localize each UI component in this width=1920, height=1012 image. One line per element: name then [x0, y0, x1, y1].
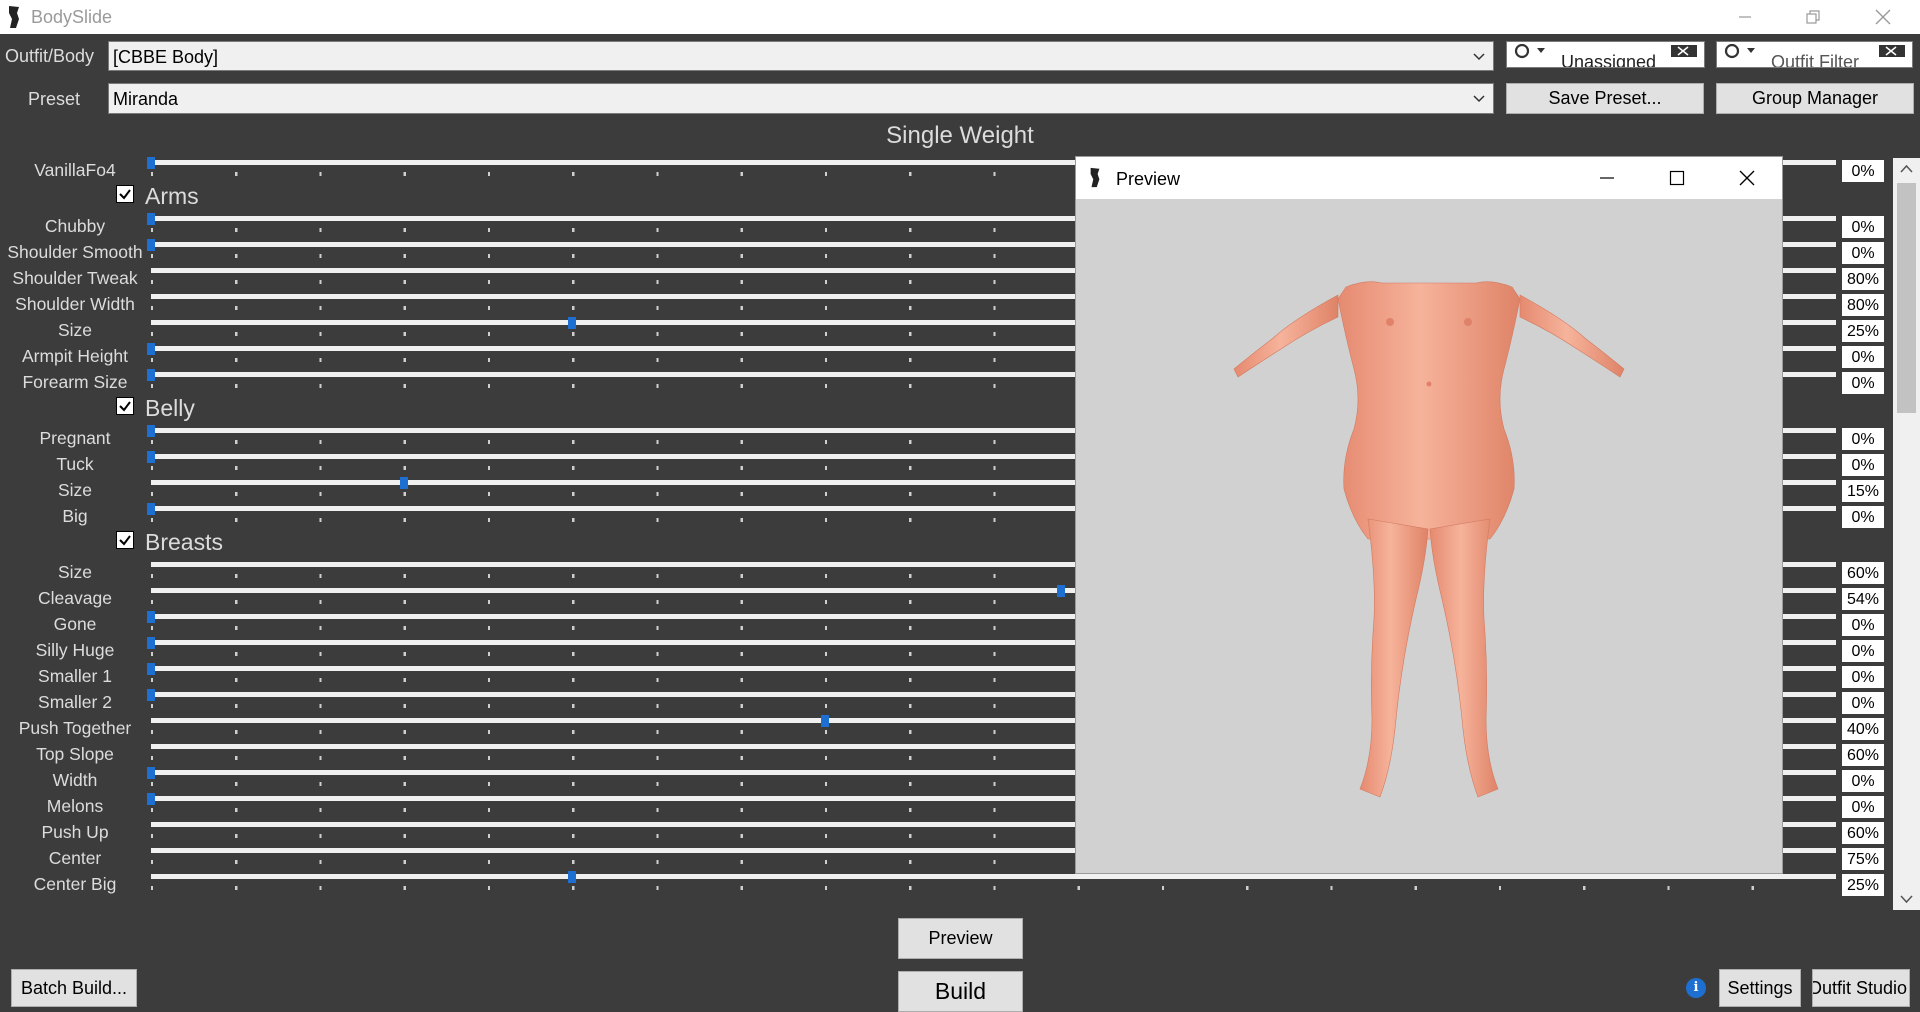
restore-icon — [1806, 10, 1820, 24]
slider-thumb[interactable] — [147, 637, 155, 649]
preview-title-bar[interactable]: Preview — [1076, 157, 1782, 199]
group-label: Breasts — [145, 529, 223, 555]
preset-value: Miranda — [113, 89, 179, 109]
restore-button[interactable] — [1784, 0, 1842, 34]
clear-filter-icon[interactable] — [1670, 44, 1698, 58]
weight-mode-title: Single Weight — [886, 122, 1034, 149]
slider-thumb[interactable] — [147, 689, 155, 701]
checkmark-icon — [119, 189, 131, 200]
title-bar: BodySlide — [0, 0, 1920, 34]
preview-3d-viewport[interactable] — [1076, 199, 1782, 873]
clear-filter-icon[interactable] — [1878, 44, 1906, 58]
slider-thumb[interactable] — [147, 793, 155, 805]
preset-dropdown[interactable]: Miranda — [108, 83, 1494, 114]
slider-thumb[interactable] — [568, 871, 577, 883]
batch-build-button[interactable]: Batch Build... — [11, 969, 137, 1007]
group-checkbox[interactable] — [116, 185, 134, 203]
group-label: Belly — [145, 395, 195, 421]
slider-value-field[interactable]: 0% — [1842, 372, 1884, 394]
slider-thumb[interactable] — [147, 239, 155, 251]
chevron-down-icon — [1473, 53, 1485, 61]
maximize-icon — [1669, 170, 1685, 186]
scroll-up-icon[interactable] — [1900, 164, 1913, 173]
body-mesh-render — [1233, 281, 1625, 798]
slider-thumb[interactable] — [147, 767, 155, 779]
slider-label: Forearm Size — [22, 372, 128, 392]
slider-thumb[interactable] — [147, 213, 155, 225]
slider-value-field[interactable]: 0% — [1842, 160, 1884, 182]
outfit-filter-text: Outfit Filter — [1771, 52, 1860, 68]
slider-ticks — [151, 886, 1836, 890]
info-icon[interactable]: i — [1686, 978, 1706, 998]
close-icon — [1739, 170, 1755, 186]
slider-thumb[interactable] — [147, 611, 155, 623]
outfit-studio-button[interactable]: Outfit Studio — [1812, 969, 1910, 1007]
scrollbar-thumb[interactable] — [1897, 183, 1916, 413]
slider-label: Big — [62, 506, 88, 526]
outfit-studio-label: Outfit Studio — [1812, 977, 1908, 998]
preview-minimize-button[interactable] — [1572, 157, 1642, 199]
search-dropdown-icon — [1724, 44, 1755, 59]
slider-thumb[interactable] — [568, 317, 577, 329]
slider-thumb[interactable] — [147, 343, 155, 355]
outfit-body-dropdown[interactable]: [CBBE Body] — [108, 41, 1494, 71]
bodyslide-app: BodySlide Outfit/Body [CBBE Body] Unassi… — [0, 0, 1920, 1012]
minimize-icon — [1600, 177, 1614, 179]
slider-thumb[interactable] — [147, 157, 155, 169]
search-dropdown-icon — [1514, 44, 1545, 59]
close-button[interactable] — [1854, 0, 1912, 34]
outfit-body-label: Outfit/Body — [5, 46, 95, 66]
minimize-button[interactable] — [1716, 0, 1774, 34]
preview-button[interactable]: Preview — [898, 918, 1023, 959]
slider-label: VanillaFo4 — [34, 160, 116, 180]
checkmark-icon — [119, 535, 131, 546]
group-filter-text: Unassigned — [1561, 52, 1657, 68]
settings-button[interactable]: Settings — [1719, 969, 1801, 1007]
bodyslide-logo-icon — [9, 6, 19, 28]
save-preset-button[interactable]: Save Preset... — [1506, 83, 1704, 114]
slider-thumb[interactable] — [147, 425, 155, 437]
preview-title: Preview — [1116, 169, 1181, 189]
preview-maximize-button[interactable] — [1642, 157, 1712, 199]
slider-thumb[interactable] — [147, 451, 155, 463]
checkmark-icon — [119, 401, 131, 412]
preview-window: Preview — [1075, 156, 1783, 874]
group-checkbox[interactable] — [116, 397, 134, 415]
outfit-filter-field[interactable]: Outfit Filter — [1716, 41, 1913, 68]
group-manager-button[interactable]: Group Manager — [1716, 83, 1914, 114]
slider-thumb[interactable] — [399, 477, 408, 489]
group-filter-field[interactable]: Unassigned — [1506, 41, 1705, 68]
bodyslide-logo-icon — [1090, 167, 1100, 188]
window-title: BodySlide — [31, 7, 113, 27]
slider-thumb[interactable] — [1056, 585, 1065, 597]
preset-label: Preset — [28, 89, 81, 109]
preview-close-button[interactable] — [1712, 157, 1782, 199]
slider-thumb[interactable] — [821, 715, 829, 727]
slider-label: Center Big — [33, 874, 117, 894]
group-checkbox[interactable] — [116, 531, 134, 549]
slider-track[interactable] — [151, 874, 1836, 879]
close-icon — [1875, 9, 1891, 25]
scroll-down-icon[interactable] — [1900, 895, 1913, 904]
build-button[interactable]: Build — [898, 971, 1023, 1012]
slider-value-field[interactable]: 0% — [1842, 506, 1884, 528]
outfit-body-value: [CBBE Body] — [113, 47, 219, 67]
slider-scrollbar[interactable] — [1893, 158, 1920, 910]
slider-value-field[interactable]: 25% — [1842, 874, 1884, 896]
slider-thumb[interactable] — [147, 663, 155, 675]
chevron-down-icon — [1473, 95, 1485, 103]
group-label: Arms — [145, 183, 199, 209]
slider-thumb[interactable] — [147, 503, 155, 515]
slider-thumb[interactable] — [147, 369, 155, 381]
minimize-icon — [1739, 16, 1751, 18]
